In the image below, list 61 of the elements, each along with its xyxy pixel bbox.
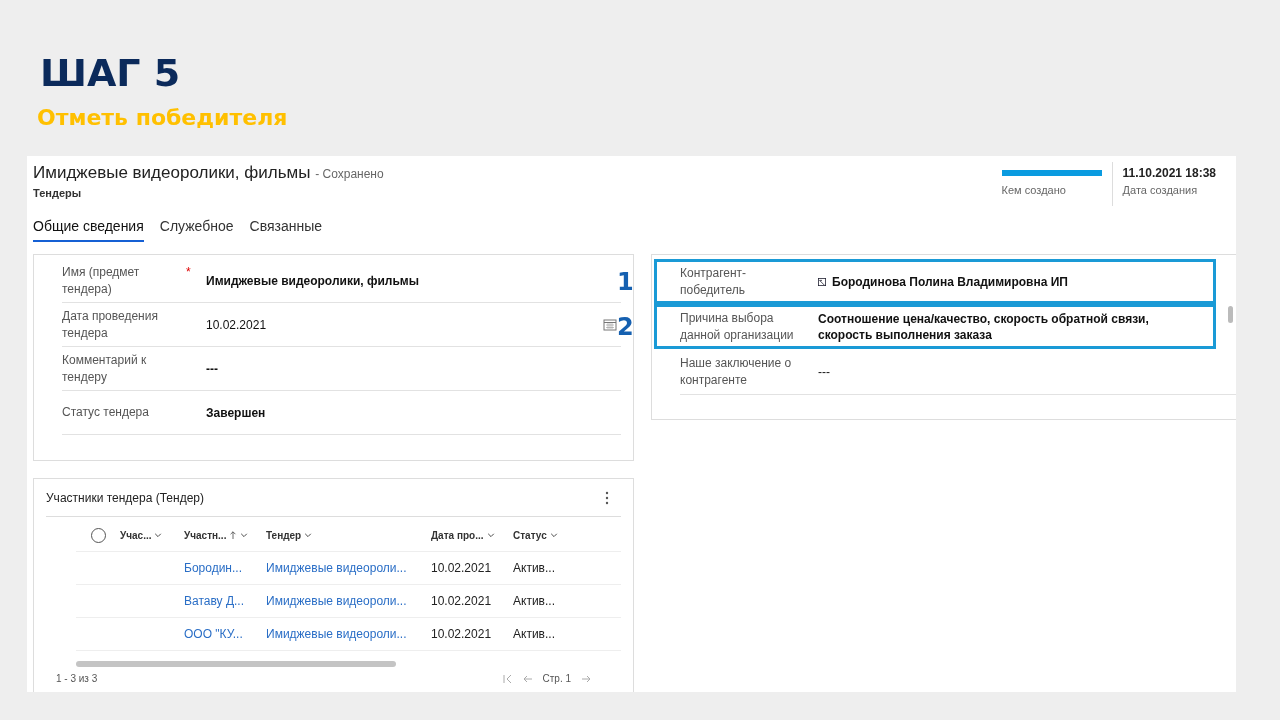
record-count: 1 - 3 из 3 [56,673,99,684]
callout-number: 2 [617,313,634,341]
tab[interactable]: Общие сведения [33,218,144,242]
record-title: Имиджевые видеоролики, фильмы [33,163,311,182]
field-value: --- [206,360,218,377]
field-label: Дата проведения тендера [62,307,159,342]
table-link[interactable]: Ватаву Д... [184,594,245,608]
column-header[interactable]: Тендер [266,529,302,541]
calendar-icon [603,318,617,331]
header-value: 11.10.2021 18:38 [1122,166,1216,182]
field-value: Завершен [206,404,266,421]
table-link[interactable]: ООО "КУ... [184,627,243,641]
chevron-down-icon [240,531,249,539]
column-header[interactable]: Учас... [120,529,152,541]
field-label: Причина выбора данной организации [680,309,795,344]
chevron-down-icon [486,531,495,539]
more-icon [605,490,609,505]
chevron-down-icon [549,531,558,539]
field-value: 10.02.2021 [206,316,267,333]
table-link[interactable]: Имиджевые видеороли... [266,561,407,575]
field-value: --- [818,363,830,380]
header-label: Кем создано [1001,184,1067,196]
table-cell: 10.02.2021 [431,594,492,608]
lookup-link[interactable]: Бородинова Полина Владимировна ИП [832,273,1068,290]
previous-page-icon [522,673,533,684]
entity-name: Тендеры [33,187,83,199]
slide-title: ШАГ 5 [40,50,182,96]
next-page-icon [581,673,591,684]
table-link[interactable]: Имиджевые видеороли... [266,627,407,641]
table-cell: Актив... [513,561,555,575]
column-header[interactable]: Дата про... [431,529,484,541]
header-label: Дата создания [1122,184,1199,196]
record-icon [818,277,826,286]
field-label: Имя (предмет тендера) [62,263,141,298]
subgrid-title: Участники тендера (Тендер) [46,490,205,505]
scrollbar-thumb[interactable] [1228,306,1233,323]
field-label: Контрагент-победитель [680,264,748,299]
callout-number: 1 [617,268,634,296]
field-value: Соотношение цена/качество, скорость обратной связи, скорость выполнения заказа [818,310,1150,343]
chevron-down-icon [304,531,313,539]
page-number: Стр. 1 [542,673,571,684]
save-status: - Сохранено [315,167,384,181]
field-label: Наше заключение о контрагенте [680,354,793,389]
table-cell: Актив... [513,627,555,641]
required-mark: * [186,265,192,279]
table-cell: Актив... [513,594,555,608]
chevron-down-icon [154,531,163,539]
field-label: Комментарий к тендеру [62,351,148,386]
column-header[interactable]: Статус [513,529,547,541]
field-value: Имиджевые видеоролики, фильмы [206,272,419,289]
table-link[interactable]: Имиджевые видеороли... [266,594,407,608]
table-link[interactable]: Бородин... [184,561,242,575]
column-header[interactable]: Участн... [184,529,227,541]
tab[interactable]: Служебное [159,218,234,242]
tab[interactable]: Связанные [249,218,323,242]
table-cell: 10.02.2021 [431,561,492,575]
table-cell: 10.02.2021 [431,627,492,641]
first-page-icon [502,673,513,684]
field-label: Статус тендера [62,404,150,421]
slide-subtitle: Отметь победителя [37,104,289,132]
scrollbar[interactable] [76,661,396,667]
